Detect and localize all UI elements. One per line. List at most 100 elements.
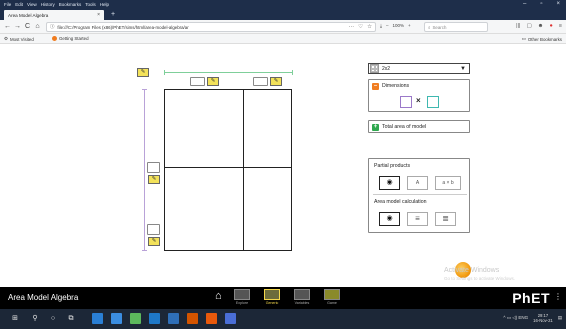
mail-icon[interactable]: [168, 313, 179, 324]
window-controls: – ▫ ×: [523, 0, 560, 8]
width-term-2-box[interactable]: [253, 77, 268, 86]
game-thumbnail: [324, 289, 340, 300]
menu-edit[interactable]: Edit: [15, 2, 23, 7]
forward-button[interactable]: →: [13, 22, 22, 31]
calculation-all-lines-button[interactable]: ≣: [435, 212, 456, 226]
tray-icons[interactable]: ^ ▭ ◁) ENG: [503, 315, 528, 321]
maximize-button[interactable]: ▫: [540, 0, 542, 8]
system-tray: ^ ▭ ◁) ENG 29:17 16-Nov-21 ▤: [503, 313, 562, 323]
menu-file[interactable]: File: [4, 2, 11, 7]
cortana-icon[interactable]: ○: [48, 314, 58, 324]
partial-products-panel: Partial products ◉ A a × b Area model ca…: [368, 158, 470, 233]
toolbar-right-icons: ||| ▢ ☻ ● ≡: [516, 23, 562, 29]
bookmark-most-visited[interactable]: ⚙ Most Visited: [4, 36, 34, 42]
back-button[interactable]: ←: [3, 22, 12, 31]
pencil-icon[interactable]: ✎: [148, 237, 160, 246]
phet-logo[interactable]: PhET: [512, 290, 550, 306]
screen-explore-button[interactable]: Explore: [232, 289, 252, 308]
screen-variables-button[interactable]: Variables: [292, 289, 312, 308]
pencil-icon[interactable]: ✎: [148, 175, 160, 184]
bookmark-other[interactable]: ▭ Other Bookmarks: [522, 36, 562, 42]
zoom-level[interactable]: 100%: [393, 23, 405, 28]
sim-play-area: ✎ ✎ ✎ ✎ ✎ 2x2 ▼ – Dimensions × + Total a…: [0, 44, 566, 287]
home-icon[interactable]: ⌂: [215, 290, 222, 302]
height-ruler: [142, 89, 147, 251]
store-icon[interactable]: [149, 313, 160, 324]
tab-area-model-algebra[interactable]: Area Model Algebra ×: [4, 10, 104, 20]
search-icon: ⌕: [428, 24, 431, 30]
folder-icon: ▭: [521, 36, 526, 41]
firefox-icon[interactable]: [206, 313, 217, 324]
browser-titlebar: File Edit View History Bookmarks Tools H…: [0, 0, 566, 9]
menu-tools[interactable]: Tools: [85, 2, 96, 7]
pencil-icon[interactable]: ✎: [137, 68, 149, 77]
url-text[interactable]: file:///C:/Program Files (x86)/PhET/sims…: [57, 25, 348, 30]
minimize-button[interactable]: –: [523, 0, 526, 8]
account-icon[interactable]: ☻: [538, 23, 544, 29]
page-actions-icon[interactable]: ···: [349, 24, 355, 30]
height-term-2-box[interactable]: [147, 224, 160, 235]
grid-size-value: 2x2: [382, 65, 391, 72]
grid-size-select[interactable]: 2x2 ▼: [368, 63, 470, 74]
zoom-out-button[interactable]: –: [386, 23, 389, 28]
total-area-panel: + Total area of model: [368, 120, 470, 133]
explore-thumbnail: [234, 289, 250, 300]
download-icon[interactable]: ⤓: [380, 23, 382, 28]
new-tab-button[interactable]: +: [108, 10, 118, 20]
screen-label: Explore: [235, 301, 249, 305]
firefox-icon: [52, 36, 57, 41]
edge-icon[interactable]: [92, 313, 103, 324]
library-icon[interactable]: |||: [516, 23, 520, 29]
hamburger-menu-icon[interactable]: ≡: [559, 23, 562, 29]
expand-total-area-button[interactable]: +: [372, 123, 379, 131]
word-icon[interactable]: [225, 313, 236, 324]
sidebar-icon[interactable]: ▢: [526, 23, 531, 29]
collapse-dimensions-button[interactable]: –: [372, 83, 379, 90]
pocket-icon[interactable]: ♡: [358, 24, 363, 30]
bookmark-label: Most Visited: [9, 36, 34, 42]
bookmark-getting-started[interactable]: Getting Started: [52, 36, 89, 41]
height-dimension-box: [400, 96, 412, 108]
extension-icon[interactable]: ●: [549, 23, 552, 29]
task-view-icon[interactable]: ⧉: [66, 314, 76, 324]
activate-windows-subtitle: Go to Settings to activate Windows.: [444, 276, 516, 281]
menu-help[interactable]: Help: [100, 2, 109, 7]
clock[interactable]: 29:17 16-Nov-21: [533, 313, 553, 323]
home-button[interactable]: ⌂: [33, 22, 42, 31]
partial-products-a-button[interactable]: A: [407, 176, 428, 190]
phet-menu-icon[interactable]: ⋮: [554, 292, 562, 301]
page-info-icon[interactable]: ⓘ: [50, 24, 54, 30]
zoom-in-button[interactable]: +: [408, 23, 411, 28]
close-window-button[interactable]: ×: [556, 0, 560, 8]
menu-bookmarks[interactable]: Bookmarks: [59, 2, 82, 7]
width-term-1-box[interactable]: [190, 77, 205, 86]
file-explorer-icon[interactable]: [111, 313, 122, 324]
windows-start-icon[interactable]: ⊞: [10, 314, 20, 324]
pencil-icon[interactable]: ✎: [270, 77, 282, 86]
lines-icon: ≡: [415, 214, 420, 223]
office-icon[interactable]: [187, 313, 198, 324]
bookmark-star-icon[interactable]: ☆: [367, 24, 372, 30]
variables-thumbnail: [294, 289, 310, 300]
calculation-line-by-line-button[interactable]: ≡: [407, 212, 428, 226]
search-input[interactable]: ⌕ Search: [424, 22, 488, 32]
menu-history[interactable]: History: [41, 2, 55, 7]
height-term-1-box[interactable]: [147, 162, 160, 173]
app-icon[interactable]: [130, 313, 141, 324]
screen-game-button[interactable]: Game: [322, 289, 342, 308]
hide-calculation-button[interactable]: ◉: [379, 212, 400, 226]
menu-view[interactable]: View: [27, 2, 37, 7]
lines-full-icon: ≣: [442, 214, 449, 223]
search-icon[interactable]: ⚲: [30, 314, 40, 324]
reload-button[interactable]: C: [23, 22, 32, 31]
area-model-calculation-label: Area model calculation: [374, 199, 427, 205]
partial-products-axb-button[interactable]: a × b: [435, 176, 461, 190]
tab-close-icon[interactable]: ×: [97, 12, 100, 18]
url-actions: ··· ♡ ☆: [349, 24, 372, 30]
url-bar[interactable]: ⓘ file:///C:/Program Files (x86)/PhET/si…: [46, 22, 376, 32]
notifications-icon[interactable]: ▤: [558, 315, 562, 321]
area-model-grid: [164, 89, 292, 251]
hide-partial-products-button[interactable]: ◉: [379, 176, 400, 190]
pencil-icon[interactable]: ✎: [207, 77, 219, 86]
screen-generic-button[interactable]: Generic: [262, 289, 282, 308]
